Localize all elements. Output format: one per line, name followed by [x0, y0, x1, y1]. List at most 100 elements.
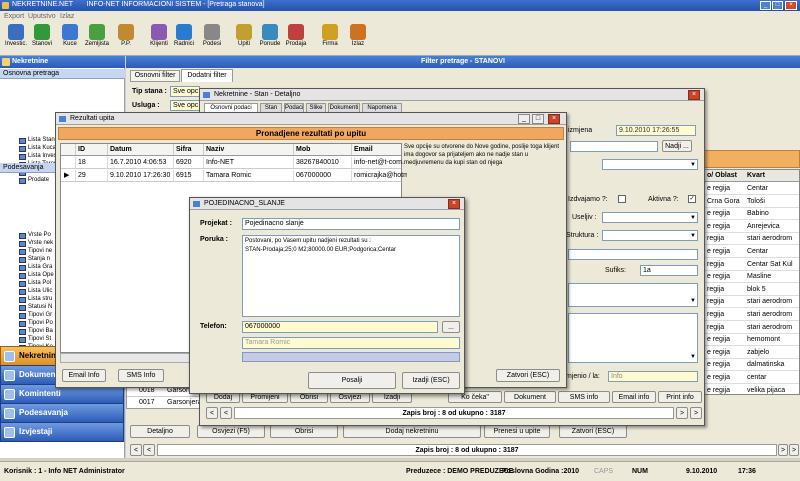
table-row[interactable]: e regija Masline [705, 271, 799, 284]
column-header-datum[interactable]: Datum [107, 144, 173, 155]
detail-nav-last-button[interactable]: > [690, 407, 702, 419]
detail-nav-first-button[interactable]: < [220, 407, 232, 419]
tree-item[interactable]: Lista Kuca [19, 145, 56, 152]
struktura-select[interactable]: ▼ [602, 230, 698, 241]
filter-osvjezi-f5-button[interactable]: Osvjezi (F5) [197, 425, 265, 438]
app-minimize-button[interactable]: _ [760, 1, 771, 10]
filter-detaljno-button[interactable]: Detaljno [130, 425, 190, 438]
filter-nav-first-button[interactable]: < [130, 444, 142, 456]
browse-button[interactable]: ... [442, 321, 460, 333]
column-header-sifra[interactable]: Sifra [173, 144, 203, 155]
extra-field[interactable] [242, 352, 460, 362]
detail-memo-2[interactable]: ▼ [568, 313, 698, 363]
sms-close-button[interactable]: × [448, 199, 460, 209]
name-field[interactable]: Tamara Romic [242, 337, 460, 349]
results-sms-info-button[interactable]: SMS Info [118, 369, 164, 382]
chevron-down-icon[interactable]: ▼ [690, 160, 696, 169]
table-row[interactable]: e regija centar [705, 372, 799, 384]
tree-item[interactable]: Lista stru [19, 296, 52, 303]
column-header-naziv[interactable]: Naziv [203, 144, 293, 155]
filter-tab-dodatni[interactable]: Dodatni filter [181, 69, 233, 82]
tree-item[interactable]: Vrste Po [19, 232, 51, 239]
toolbar-clients-button[interactable]: Klijenti [145, 24, 173, 47]
tree-item[interactable]: Prodate [19, 177, 49, 184]
nadji-button[interactable]: Nadji ... [662, 140, 692, 152]
exit-button[interactable]: Izadji (ESC) [402, 372, 460, 389]
tree-item[interactable]: Lista Ulic [19, 288, 52, 295]
table-row[interactable]: regija stari aerodrom [705, 322, 799, 334]
results-minimize-button[interactable]: _ [518, 114, 530, 124]
table-row[interactable]: e regija Babino [705, 208, 799, 221]
app-maximize-button[interactable]: □ [772, 1, 783, 10]
sufiks-field[interactable]: 1a [640, 265, 698, 276]
nav-izvjestaji-button[interactable]: Izvjestaji [0, 422, 124, 442]
detail-nav-next-button[interactable]: > [676, 407, 688, 419]
detail-text-field-1[interactable] [570, 141, 658, 152]
sidebar-section-osnovna[interactable]: Osnovna pretraga [0, 69, 125, 79]
projekat-field[interactable]: Pojedinacno slanje [242, 218, 460, 230]
toolbar-workers-button[interactable]: Radnici [170, 24, 198, 47]
tree-item[interactable]: Lista Ope [19, 272, 54, 279]
table-row[interactable]: regija stari aerodrom [705, 309, 799, 321]
filter-nav-last-button[interactable]: > [789, 444, 799, 456]
toolbar-queries-button[interactable]: Upiti [230, 24, 258, 47]
column-header-mob[interactable]: Mob [293, 144, 351, 155]
tree-item[interactable]: Stanja n [19, 256, 50, 263]
toolbar-business-space-button[interactable]: P.P. [112, 24, 140, 47]
detail-select-1[interactable]: ▼ [602, 159, 698, 170]
table-row[interactable]: ▶ 29 9.10.2010 17:26:30 6915 Tamara Romic 067… [61, 170, 407, 182]
scroll-down-icon[interactable]: ▼ [690, 352, 696, 362]
toolbar-offers-button[interactable]: Ponude [256, 24, 284, 47]
send-button[interactable]: Posalji [308, 372, 396, 389]
detail-sms-info-button[interactable]: SMS info [558, 391, 610, 403]
detail-email-info-button[interactable]: Email info [612, 391, 656, 403]
toolbar-exit-button[interactable]: Izlaz [344, 24, 372, 47]
filter-nav-prev-button[interactable]: < [143, 444, 155, 456]
table-row[interactable]: regija Centar Sat Kul [705, 259, 799, 271]
toolbar-house-button[interactable]: Kuce [56, 24, 84, 47]
menu-export[interactable]: Export [4, 13, 24, 20]
poruka-field[interactable]: Postovani, po Vasem upitu nadjeni rezult… [242, 235, 460, 317]
table-row[interactable]: e regija dalmatinska [705, 359, 799, 372]
detail-dokument-button[interactable]: Dokument [504, 391, 556, 403]
table-row[interactable]: 0017 Garsonjera [127, 398, 207, 409]
table-row[interactable]: e regija zabjelo [705, 347, 799, 359]
tree-item[interactable]: Tipovi Po [19, 320, 53, 327]
table-row[interactable]: regija stari aerodrom [705, 233, 799, 246]
toolbar-sales-button[interactable]: Prodaja [282, 24, 310, 47]
table-row[interactable]: 18 16.7.2010 4:06:53 6920 Info-NET 382678400… [61, 157, 404, 169]
tree-item[interactable]: Tipovi Gr [19, 312, 52, 319]
tree-item[interactable]: Tipovi St [19, 336, 51, 343]
izmjena-field[interactable]: 9.10.2010 17:26:55 [616, 125, 696, 136]
grid-header-oblast[interactable]: o/ Oblast [707, 172, 737, 179]
tree-item[interactable]: Tipovi Ba [19, 328, 53, 335]
izmjenio-field[interactable]: Info [608, 371, 698, 382]
table-row[interactable]: regija blok 5 [705, 284, 799, 296]
results-zatvori-esc-button[interactable]: Zatvori (ESC) [496, 369, 560, 382]
app-close-button[interactable]: × [785, 1, 797, 10]
filter-prenesi-u-upite-button[interactable]: Prenesi u upite [484, 425, 550, 438]
detail-memo-1[interactable]: ▼ [568, 283, 698, 307]
filter-obrisi-button[interactable]: Obrisi [270, 425, 338, 438]
column-header-email[interactable]: Email [351, 144, 407, 155]
detail-text-field-2[interactable] [568, 249, 698, 260]
detail-close-button[interactable]: × [688, 90, 700, 100]
aktivna-checkbox[interactable]: ✓ [688, 195, 696, 203]
tip-stana-select[interactable]: Sve opc [170, 86, 200, 97]
table-row[interactable]: e regija Anrejevica [705, 221, 799, 233]
table-row[interactable]: e regija hemomont [705, 334, 799, 347]
results-email-info-button[interactable]: Email Info [62, 369, 106, 382]
useljiv-select[interactable]: ▼ [602, 212, 698, 223]
column-header-id[interactable]: ID [75, 144, 107, 155]
izdvajamo-checkbox[interactable] [618, 195, 626, 203]
menu-izlaz[interactable]: Izlaz [60, 13, 74, 20]
toolbar-settings-button[interactable]: Podesi [198, 24, 226, 47]
telefon-field[interactable]: 067000000 [242, 321, 438, 333]
tree-item[interactable]: Lista Gra [19, 264, 52, 271]
results-maximize-button[interactable]: □ [532, 114, 544, 124]
filter-nav-next-button[interactable]: > [778, 444, 788, 456]
chevron-down-icon[interactable]: ▼ [690, 231, 696, 240]
scroll-down-icon[interactable]: ▼ [690, 296, 696, 306]
tree-item[interactable]: Vrste nek [19, 240, 53, 247]
table-row[interactable]: regija stari aerodrom [705, 296, 799, 309]
